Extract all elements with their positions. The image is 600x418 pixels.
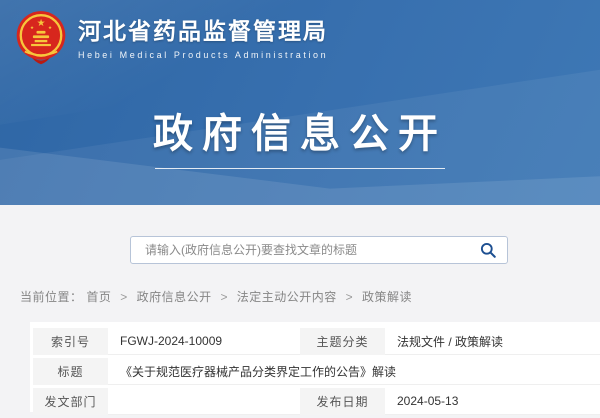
index-number-label: 索引号 xyxy=(33,328,108,355)
breadcrumb-separator: > xyxy=(120,290,128,304)
page-title: 政府信息公开 xyxy=(0,101,600,159)
search-input[interactable] xyxy=(143,242,480,258)
document-info-card: 索引号 FGWJ-2024-10009 主题分类 法规文件 / 政策解读 标题 … xyxy=(30,322,600,412)
topic-category-value: 法规文件 / 政策解读 xyxy=(385,328,600,355)
document-info-table: 索引号 FGWJ-2024-10009 主题分类 法规文件 / 政策解读 标题 … xyxy=(33,325,600,418)
publish-date-value: 2024-05-13 xyxy=(385,388,600,415)
hero-banner: ★ ★ ★ 河北省药品监督管理局 Hebei Medical Products … xyxy=(0,0,600,205)
search-box[interactable] xyxy=(130,236,508,264)
breadcrumb-item-home[interactable]: 首页 xyxy=(86,290,111,304)
table-row: 发文部门 发布日期 2024-05-13 xyxy=(33,388,600,415)
table-row: 标题 《关于规范医疗器械产品分类界定工作的公告》解读 xyxy=(33,358,600,385)
breadcrumb-separator: > xyxy=(346,290,354,304)
site-logo[interactable]: ★ ★ ★ 河北省药品监督管理局 Hebei Medical Products … xyxy=(14,9,328,69)
breadcrumb-item-disclosure-content[interactable]: 法定主动公开内容 xyxy=(237,290,337,304)
svg-text:★: ★ xyxy=(48,25,52,30)
breadcrumb: 当前位置： 首页 > 政府信息公开 > 法定主动公开内容 > 政策解读 xyxy=(20,288,412,305)
site-name-block: 河北省药品监督管理局 Hebei Medical Products Admini… xyxy=(78,18,328,60)
svg-text:★: ★ xyxy=(37,18,46,29)
breadcrumb-prefix: 当前位置： xyxy=(20,290,83,304)
index-number-value: FGWJ-2024-10009 xyxy=(108,328,300,355)
site-name-english: Hebei Medical Products Administration xyxy=(78,50,328,60)
topic-category-label: 主题分类 xyxy=(300,328,385,355)
svg-text:★: ★ xyxy=(30,25,34,30)
breadcrumb-item-gov-info[interactable]: 政府信息公开 xyxy=(137,290,212,304)
content-section: 当前位置： 首页 > 政府信息公开 > 法定主动公开内容 > 政策解读 索引号 … xyxy=(0,205,600,400)
breadcrumb-item-policy-interpretation[interactable]: 政策解读 xyxy=(362,290,412,304)
issuing-department-value xyxy=(108,388,300,415)
title-label: 标题 xyxy=(33,358,108,385)
title-underline xyxy=(155,168,445,169)
site-name: 河北省药品监督管理局 xyxy=(78,18,328,46)
title-value: 《关于规范医疗器械产品分类界定工作的公告》解读 xyxy=(108,358,600,385)
breadcrumb-separator: > xyxy=(220,290,228,304)
table-row: 索引号 FGWJ-2024-10009 主题分类 法规文件 / 政策解读 xyxy=(33,328,600,355)
publish-date-label: 发布日期 xyxy=(300,388,385,415)
issuing-department-label: 发文部门 xyxy=(33,388,108,415)
china-national-emblem-icon: ★ ★ ★ xyxy=(14,9,68,69)
search-icon[interactable] xyxy=(480,242,497,259)
page: { "header": { "site_name": "河北省药品监督管理局",… xyxy=(0,0,600,400)
